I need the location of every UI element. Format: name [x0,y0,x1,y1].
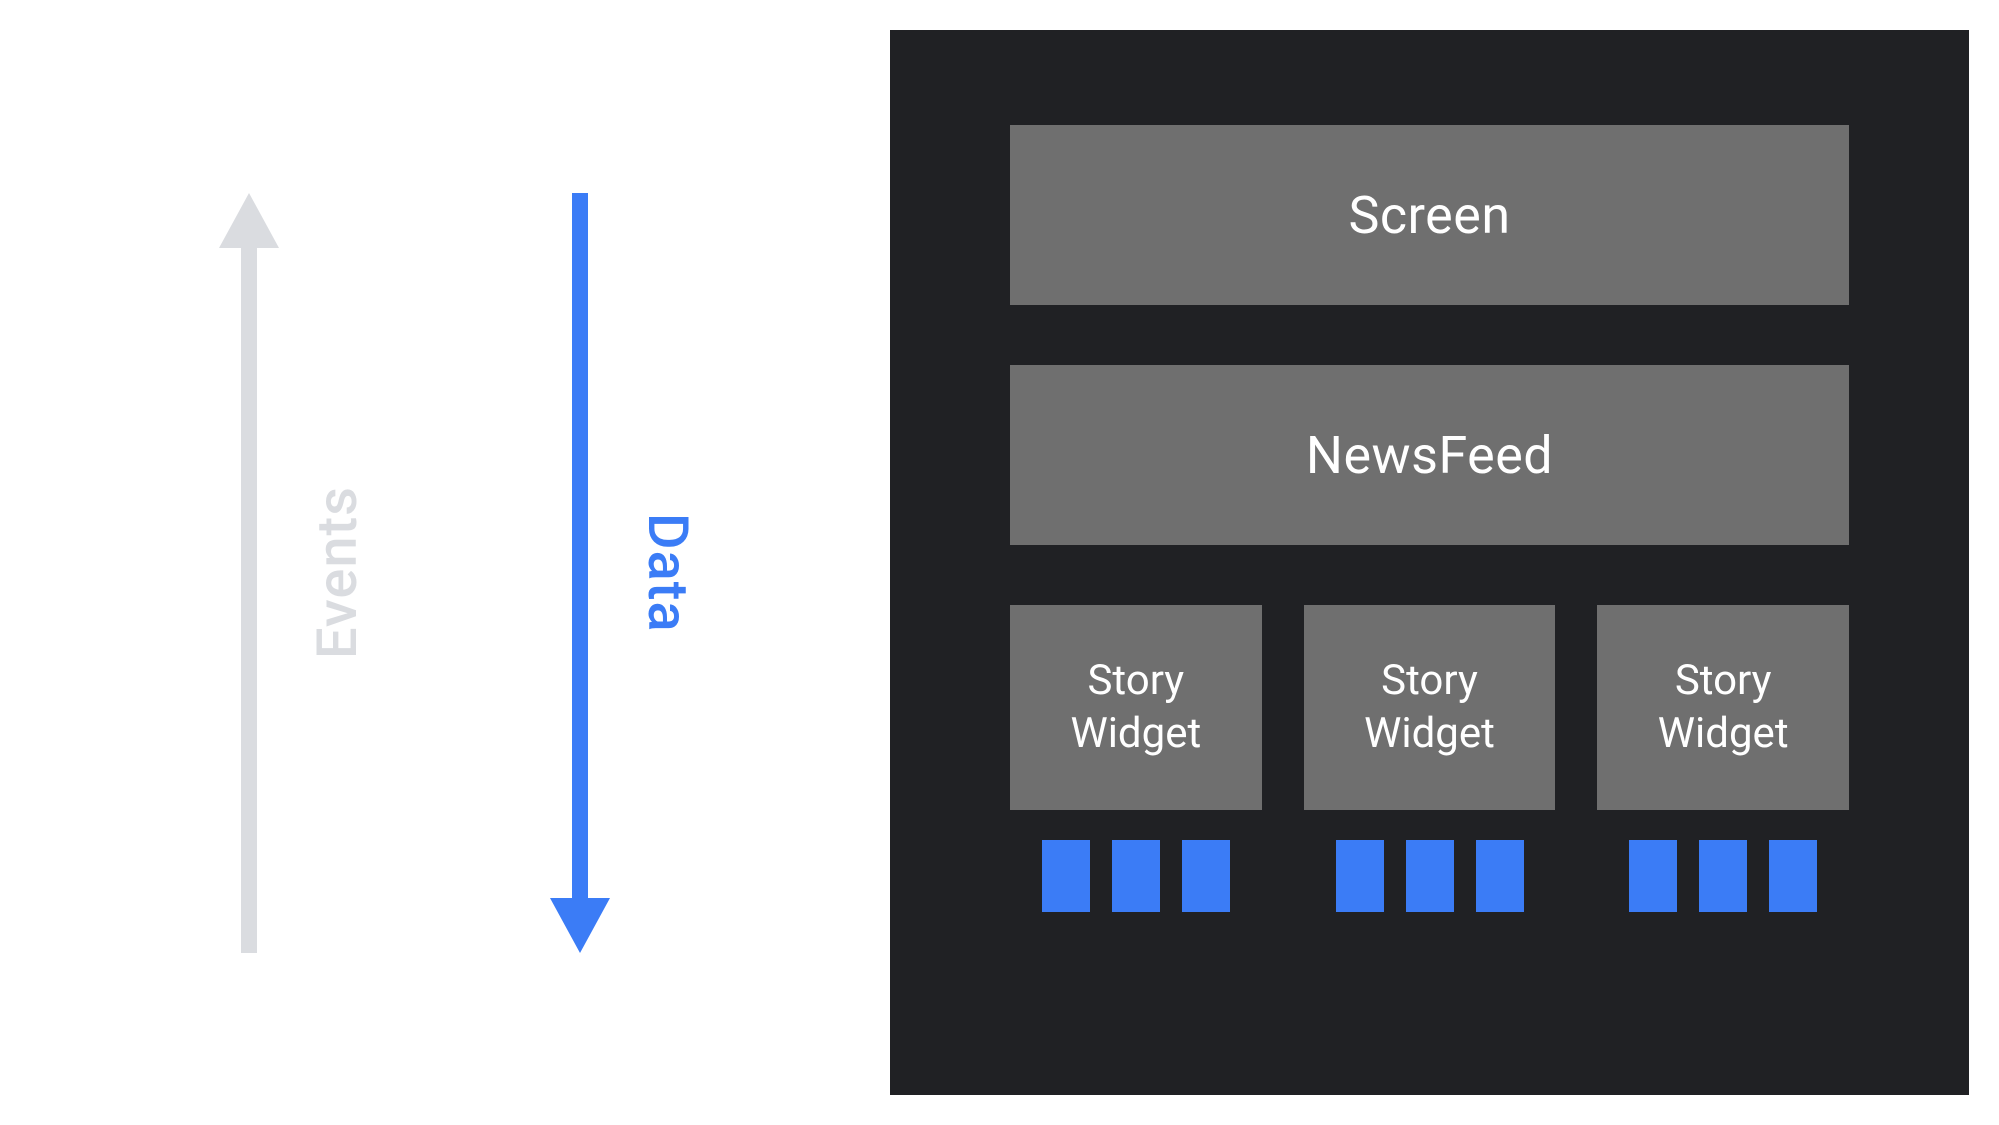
story-widgets-row: Story Widget Story Widget Story Widget [1010,605,1849,912]
blue-item [1769,840,1817,912]
right-panel: Screen NewsFeed Story Widget Story Widge… [890,30,1969,1095]
left-panel: Events Data [30,30,890,1095]
story-widget-box: Story Widget [1010,605,1262,810]
events-label: Events [304,486,370,659]
arrow-down-icon [550,193,610,953]
story-widget-box: Story Widget [1597,605,1849,810]
blue-row [1597,840,1849,912]
blue-item [1112,840,1160,912]
diagram-container: Events Data Screen NewsFeed Story Widget [0,0,1999,1125]
blue-item [1699,840,1747,912]
arrow-up-icon [219,193,279,953]
data-label: Data [635,513,701,633]
story-column-0: Story Widget [1010,605,1262,912]
blue-item [1042,840,1090,912]
blue-item [1406,840,1454,912]
newsfeed-box: NewsFeed [1010,365,1849,545]
blue-row [1304,840,1556,912]
events-arrow-group: Events [219,193,370,953]
blue-row [1010,840,1262,912]
blue-item [1182,840,1230,912]
blue-item [1336,840,1384,912]
blue-item [1476,840,1524,912]
data-arrow-group: Data [550,193,701,953]
blue-item [1629,840,1677,912]
story-column-2: Story Widget [1597,605,1849,912]
story-column-1: Story Widget [1304,605,1556,912]
screen-box: Screen [1010,125,1849,305]
story-widget-box: Story Widget [1304,605,1556,810]
